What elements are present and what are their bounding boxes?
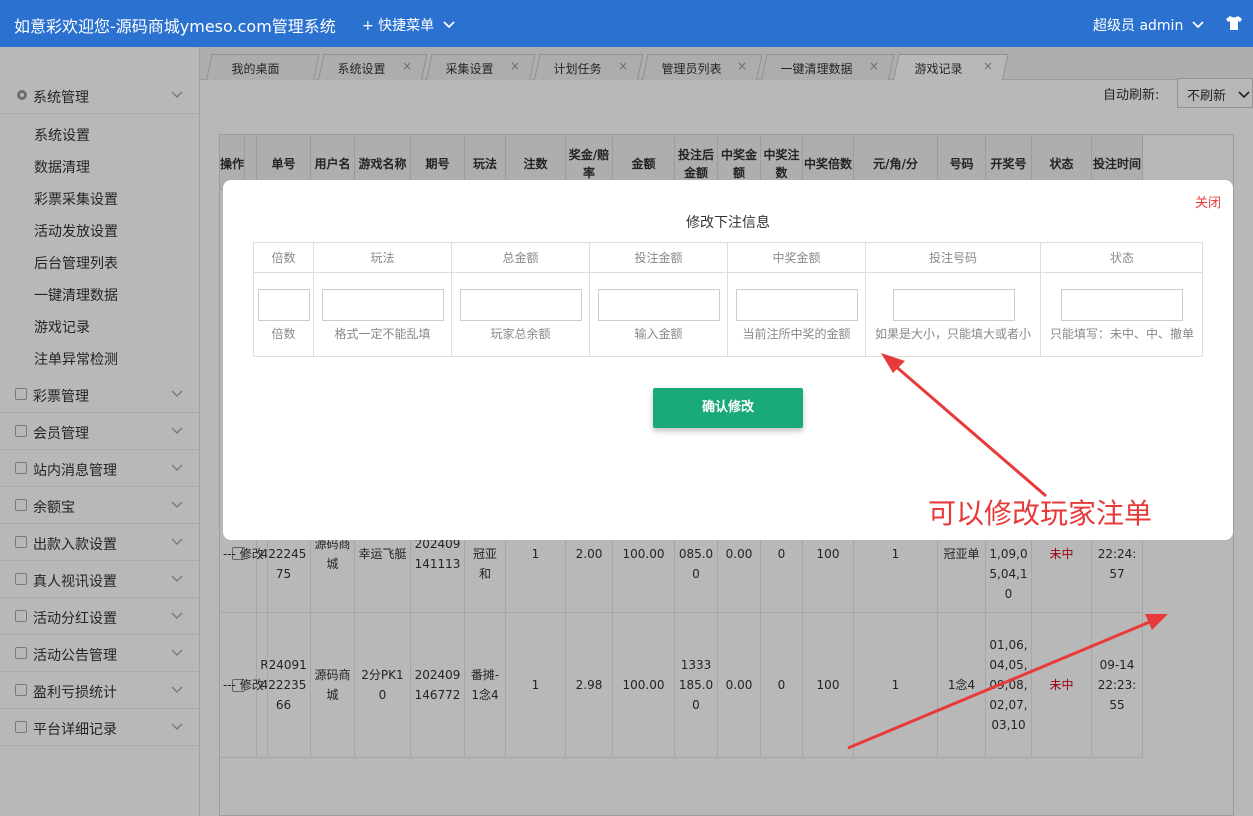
form-column: 中奖金额当前注所中奖的金额: [728, 243, 866, 356]
total-amount-input[interactable]: [460, 289, 582, 321]
bet-amount-input[interactable]: [598, 289, 720, 321]
form-column-header: 玩法: [314, 243, 451, 273]
annotation-text: 可以修改玩家注单: [928, 497, 1153, 530]
quick-menu-label: + 快捷菜单: [362, 18, 435, 34]
form-column: 玩法格式一定不能乱填: [314, 243, 452, 356]
close-button[interactable]: 关闭: [1195, 192, 1221, 211]
status-input[interactable]: [1061, 289, 1183, 321]
chevron-down-icon: [443, 21, 455, 29]
form-hint: 倍数: [271, 327, 296, 341]
form-column-header: 状态: [1041, 243, 1203, 273]
play-input[interactable]: [322, 289, 444, 321]
form-column-header: 倍数: [254, 243, 313, 273]
form-column: 总金额 玩家总余额: [452, 243, 590, 356]
form-column: 倍数 倍数: [254, 243, 314, 356]
form-hint: 格式一定不能乱填: [334, 327, 431, 341]
form-hint: 如果是大小，只能填大或者小: [874, 327, 1031, 341]
form-column: 状态只能填写：未中、中、撤单: [1041, 243, 1203, 356]
confirm-edit-button[interactable]: 确认修改: [653, 388, 803, 428]
user-label: 超级员 admin: [1093, 18, 1184, 34]
form-column-header: 总金额: [452, 243, 589, 273]
form-column: 投注号码如果是大小，只能填大或者小: [866, 243, 1041, 356]
top-header: 如意彩欢迎您-源码商城ymeso.com管理系统 + 快捷菜单 超级员 admi…: [0, 0, 1253, 47]
multiple-input[interactable]: [258, 289, 310, 321]
form-hint: 玩家总余额: [490, 327, 551, 341]
edit-bet-modal: 关闭 修改下注信息 倍数 倍数 玩法 格式一定不能乱填 总金额 玩家总余额 投注金额 输入金额…: [223, 180, 1233, 540]
form-column-header: 投注号码: [866, 243, 1040, 273]
form-hint: 输入金额: [634, 327, 683, 341]
shirt-icon[interactable]: [1225, 14, 1243, 32]
form-column-header: 中奖金额: [728, 243, 865, 273]
form-hint: 当前注所中奖的金额: [742, 327, 851, 341]
form-column: 投注金额 输入金额: [590, 243, 728, 356]
bet-number-input[interactable]: [893, 289, 1015, 321]
win-amount-input[interactable]: [736, 289, 858, 321]
user-menu[interactable]: 超级员 admin: [1093, 15, 1204, 35]
chevron-down-icon: [1192, 21, 1204, 29]
edit-form-table: 倍数 倍数 玩法 格式一定不能乱填 总金额 玩家总余额 投注金额 输入金额 中奖金额 当前注所中奖…: [253, 242, 1203, 357]
form-column-header: 投注金额: [590, 243, 727, 273]
quick-menu-button[interactable]: + 快捷菜单: [362, 15, 455, 35]
app-title: 如意彩欢迎您-源码商城ymeso.com管理系统: [14, 17, 336, 36]
modal-title: 修改下注信息: [686, 215, 770, 231]
form-hint: 只能填写：未中、中、撤单: [1049, 327, 1194, 341]
